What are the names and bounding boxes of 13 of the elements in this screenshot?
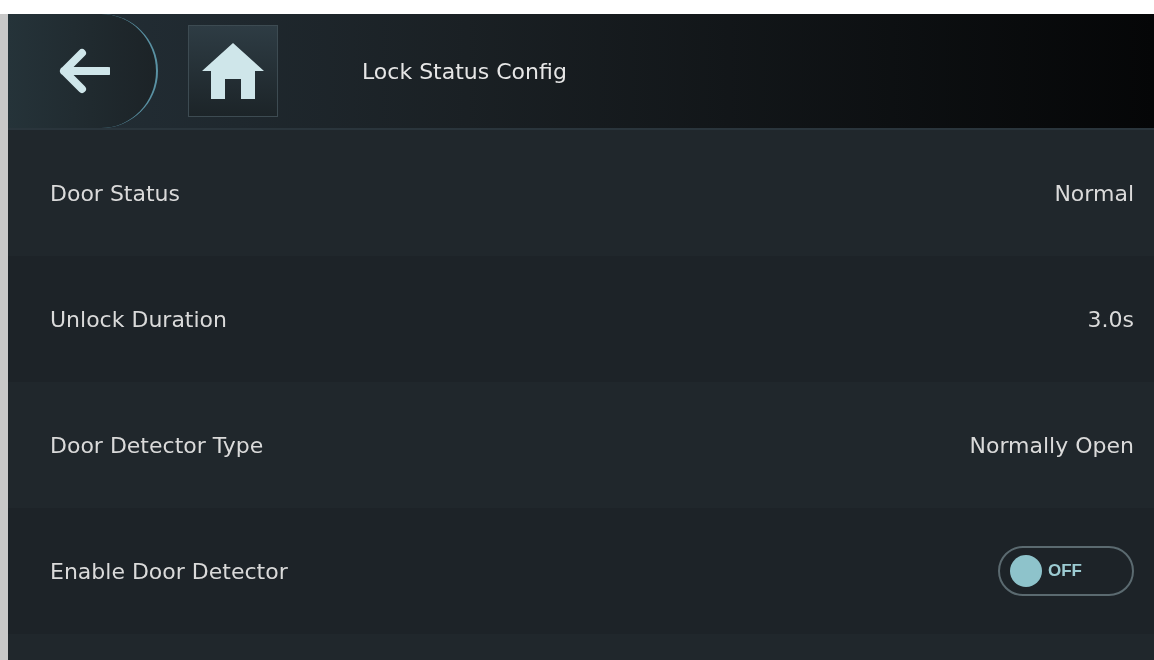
toggle-switch[interactable]: OFF [998, 546, 1134, 596]
setting-value: Normal [1054, 180, 1134, 206]
screen-title: Lock Status Config [362, 58, 567, 84]
setting-value: 3.0s [1087, 306, 1134, 332]
home-button[interactable] [188, 25, 278, 117]
setting-label: Door Status [50, 180, 180, 206]
home-icon [200, 41, 266, 101]
settings-row[interactable]: Unlock Duration 3.0s [8, 256, 1154, 382]
settings-row[interactable]: Enable Door Detector OFF [8, 508, 1154, 634]
setting-label: Unlock Duration [50, 306, 227, 332]
setting-value: Normally Open [969, 432, 1134, 458]
setting-label: Door Detector Type [50, 432, 264, 458]
setting-label: Enable Door Detector [50, 558, 288, 584]
